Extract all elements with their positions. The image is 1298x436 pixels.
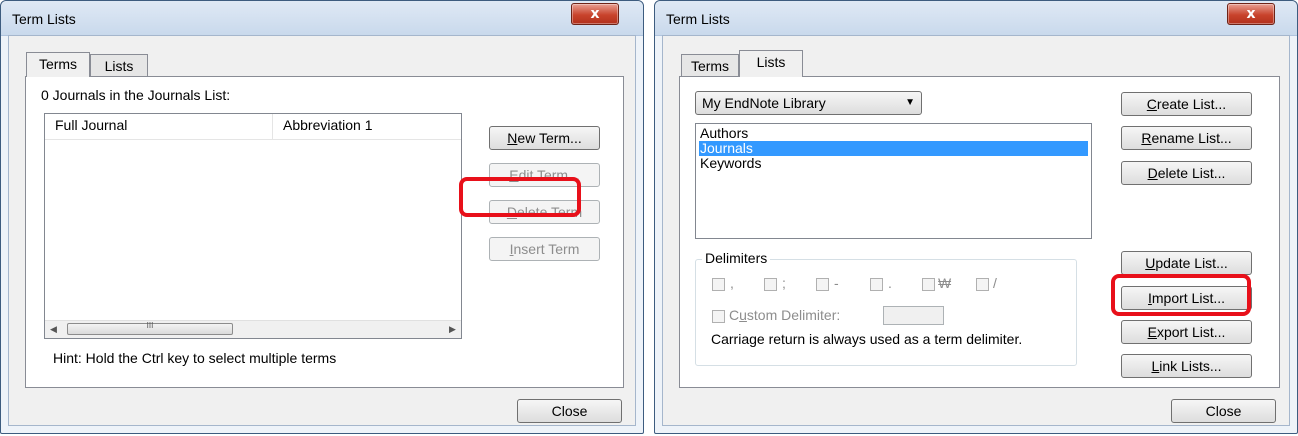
window-close-button[interactable]: x bbox=[1227, 3, 1275, 25]
tab-terms[interactable]: Terms bbox=[26, 52, 90, 77]
link-lists-button[interactable]: Link Lists... bbox=[1121, 354, 1252, 378]
tab-lists[interactable]: Lists bbox=[90, 54, 148, 76]
delete-list-label: elete List... bbox=[1157, 165, 1226, 181]
tab-lists-label: Lists bbox=[756, 54, 786, 70]
new-term-button[interactable]: New Term... bbox=[489, 126, 600, 150]
highlight-import-list bbox=[1111, 274, 1251, 316]
scroll-right-icon[interactable]: ▶ bbox=[444, 321, 461, 338]
export-list-accel: E bbox=[1147, 324, 1157, 340]
terms-tab-panel: 0 Journals in the Journals List: Full Jo… bbox=[25, 76, 624, 388]
delimiter-comma-label: , bbox=[730, 275, 734, 291]
export-list-button[interactable]: Export List... bbox=[1121, 320, 1252, 344]
tab-terms-label: Terms bbox=[690, 58, 730, 74]
dialog-client: Terms Lists 0 Journals in the Journals L… bbox=[8, 35, 636, 426]
terms-list-view[interactable]: Full Journal Abbreviation 1 ◀ III ▶ bbox=[44, 113, 462, 339]
new-term-accel: N bbox=[507, 130, 518, 146]
scroll-thumb[interactable]: III bbox=[67, 321, 233, 335]
custom-delimiter-input[interactable] bbox=[883, 306, 944, 325]
custom-delimiter-checkbox[interactable] bbox=[712, 310, 725, 323]
term-lists-dialog-terms: Term Lists x Terms Lists 0 Journals in t… bbox=[0, 0, 644, 434]
rename-list-label: ename List... bbox=[1151, 130, 1232, 146]
scroll-grip-icon: III bbox=[146, 321, 154, 330]
library-select-value: My EndNote Library bbox=[702, 95, 826, 111]
close-icon: x bbox=[1246, 6, 1256, 22]
insert-term-label: nsert Term bbox=[513, 241, 580, 257]
column-header-full-journal[interactable]: Full Journal bbox=[45, 114, 273, 139]
tab-terms-label: Terms bbox=[38, 56, 78, 72]
delimiter-comma-checkbox[interactable] bbox=[712, 278, 725, 291]
create-list-accel: C bbox=[1146, 96, 1157, 112]
title-bar: Term Lists x bbox=[655, 1, 1297, 36]
close-button-label: Close bbox=[1205, 403, 1242, 419]
column-header-abbreviation-1[interactable]: Abbreviation 1 bbox=[273, 114, 461, 139]
close-icon: x bbox=[590, 6, 600, 22]
title-bar: Term Lists x bbox=[1, 1, 643, 36]
hint-text: Hint: Hold the Ctrl key to select multip… bbox=[53, 350, 337, 366]
scroll-left-icon[interactable]: ◀ bbox=[45, 321, 62, 338]
window-title: Term Lists bbox=[12, 11, 76, 27]
delimiter-semicolon-label: ; bbox=[782, 275, 786, 291]
close-button-label: Close bbox=[551, 403, 588, 419]
update-list-button[interactable]: Update List... bbox=[1121, 251, 1252, 275]
delimiter-won-checkbox[interactable] bbox=[922, 278, 935, 291]
delimiter-dash-label: - bbox=[834, 275, 839, 291]
carriage-return-note: Carriage return is always used as a term… bbox=[711, 331, 1023, 347]
delimiter-dash-checkbox[interactable] bbox=[816, 278, 829, 291]
tab-terms[interactable]: Terms bbox=[681, 54, 739, 76]
create-list-button[interactable]: Create List... bbox=[1121, 92, 1252, 116]
tab-lists-label: Lists bbox=[104, 58, 134, 74]
custom-delimiter-label: Custom Delimiter: bbox=[729, 307, 841, 323]
delimiter-period-checkbox[interactable] bbox=[870, 278, 883, 291]
journal-count-text: 0 Journals in the Journals List: bbox=[41, 87, 231, 103]
list-item-journals[interactable]: Journals bbox=[699, 141, 1088, 156]
delete-list-accel: D bbox=[1147, 165, 1158, 181]
delimiters-label: Delimiters bbox=[702, 250, 771, 266]
term-lists-dialog-lists: Term Lists x Terms Lists My EndNote Libr… bbox=[654, 0, 1298, 434]
dialog-client: Terms Lists My EndNote Library ▼ Authors… bbox=[662, 35, 1290, 426]
delimiter-period-label: . bbox=[888, 275, 892, 291]
delete-list-button[interactable]: Delete List... bbox=[1121, 161, 1252, 185]
list-item-keywords[interactable]: Keywords bbox=[699, 156, 1088, 171]
rename-list-button[interactable]: Rename List... bbox=[1121, 126, 1252, 150]
library-select[interactable]: My EndNote Library ▼ bbox=[695, 91, 922, 115]
close-button[interactable]: Close bbox=[1171, 399, 1276, 423]
lists-tab-panel: My EndNote Library ▼ Authors Journals Ke… bbox=[679, 76, 1280, 388]
link-lists-label: ink Lists... bbox=[1159, 358, 1222, 374]
horizontal-scrollbar[interactable]: ◀ III ▶ bbox=[45, 320, 461, 338]
tab-lists[interactable]: Lists bbox=[739, 50, 803, 77]
export-list-label: xport List... bbox=[1156, 324, 1226, 340]
chevron-down-icon: ▼ bbox=[905, 97, 915, 108]
update-list-label: pdate List... bbox=[1155, 255, 1228, 271]
window-close-button[interactable]: x bbox=[571, 3, 619, 25]
delimiters-group: Delimiters , ; - . ₩ / Custom Delimiter:… bbox=[695, 250, 1077, 366]
rename-list-accel: R bbox=[1141, 130, 1152, 146]
delimiter-slash-label: / bbox=[993, 275, 997, 291]
list-header: Full Journal Abbreviation 1 bbox=[45, 114, 461, 140]
window-title: Term Lists bbox=[666, 11, 730, 27]
new-term-label: ew Term... bbox=[517, 130, 582, 146]
close-button[interactable]: Close bbox=[517, 399, 622, 423]
delimiter-won-label: ₩ bbox=[938, 275, 952, 291]
update-list-accel: U bbox=[1145, 255, 1156, 271]
delimiter-slash-checkbox[interactable] bbox=[976, 278, 989, 291]
highlight-delete-term bbox=[459, 177, 581, 217]
delimiter-semicolon-checkbox[interactable] bbox=[764, 278, 777, 291]
create-list-label: reate List... bbox=[1156, 96, 1227, 112]
lists-listbox[interactable]: Authors Journals Keywords bbox=[695, 123, 1092, 239]
list-item-authors[interactable]: Authors bbox=[699, 126, 1088, 141]
insert-term-button[interactable]: Insert Term bbox=[489, 237, 600, 261]
